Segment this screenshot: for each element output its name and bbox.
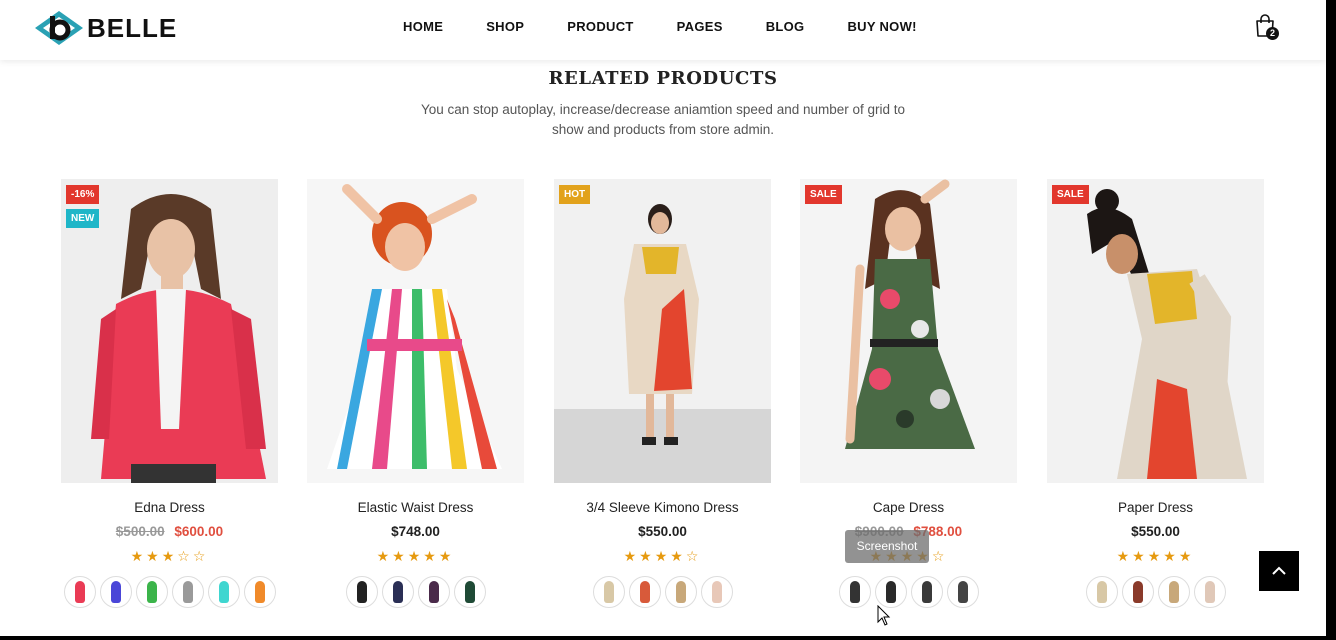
product-name[interactable]: Paper Dress xyxy=(1047,500,1264,518)
hot-badge: HOT xyxy=(559,185,591,204)
rating-stars: ★★★★★ xyxy=(1116,548,1195,564)
swatch-red-pattern[interactable] xyxy=(628,576,661,608)
swatch-cyan[interactable] xyxy=(207,576,240,608)
mouse-cursor-icon xyxy=(877,605,891,626)
product-price: $500.00 $600.00 xyxy=(61,524,278,542)
product-image[interactable]: SALE xyxy=(1047,179,1264,483)
sale-price: $600.00 xyxy=(174,524,224,539)
swatch-floral-1[interactable] xyxy=(838,576,871,608)
swatch-mixed[interactable] xyxy=(664,576,697,608)
swatch-beige[interactable] xyxy=(592,576,625,608)
product-price: $550.00 xyxy=(1047,524,1264,542)
section-subtitle: You can stop autoplay, increase/decrease… xyxy=(420,102,906,137)
back-to-top-button[interactable] xyxy=(1259,551,1299,591)
sale-badge: SALE xyxy=(805,185,842,204)
main-nav: HOME SHOP PRODUCT PAGES BLOG BUY NOW! xyxy=(403,19,960,34)
product-image[interactable]: -16% NEW xyxy=(61,179,278,483)
product-name[interactable]: Edna Dress xyxy=(61,500,278,518)
swatch-green[interactable] xyxy=(135,576,168,608)
swatch-beige[interactable] xyxy=(1085,576,1118,608)
color-swatches xyxy=(61,576,278,608)
swatch-navy[interactable] xyxy=(381,576,414,608)
cart-button[interactable]: 2 xyxy=(1254,14,1280,42)
swatch-darkgreen[interactable] xyxy=(453,576,486,608)
site-header: BELLE HOME SHOP PRODUCT PAGES BLOG BUY N… xyxy=(0,0,1326,60)
logo[interactable]: BELLE xyxy=(33,9,177,47)
product-price: $748.00 xyxy=(307,524,524,542)
nav-pages[interactable]: PAGES xyxy=(677,19,723,34)
rating-stars: ★★★☆☆ xyxy=(130,548,209,564)
price: $550.00 xyxy=(1131,524,1180,539)
chevron-up-icon xyxy=(1272,566,1286,575)
swatch-floral-2[interactable] xyxy=(874,576,907,608)
color-swatches xyxy=(1047,576,1264,608)
cart-count-badge: 2 xyxy=(1266,27,1279,40)
logo-icon xyxy=(35,11,83,45)
swatch-cream[interactable] xyxy=(1193,576,1226,608)
product-image[interactable]: SALE xyxy=(800,179,1017,483)
sale-badge: SALE xyxy=(1052,185,1089,204)
window-bottom-edge xyxy=(0,636,1336,640)
product-image[interactable] xyxy=(307,179,524,483)
product-name[interactable]: 3/4 Sleeve Kimono Dress xyxy=(554,500,771,518)
discount-badge: -16% xyxy=(66,185,100,204)
swatch-pink[interactable] xyxy=(63,576,96,608)
color-swatches xyxy=(554,576,771,608)
swatch-floral-3[interactable] xyxy=(910,576,943,608)
rating-stars: ★★★★★ xyxy=(376,548,455,564)
page: BELLE HOME SHOP PRODUCT PAGES BLOG BUY N… xyxy=(0,0,1326,636)
swatch-black[interactable] xyxy=(345,576,378,608)
swatch-cream[interactable] xyxy=(700,576,733,608)
product-price: $550.00 xyxy=(554,524,771,542)
price: $550.00 xyxy=(638,524,687,539)
color-swatches xyxy=(800,576,1017,608)
nav-product[interactable]: PRODUCT xyxy=(567,19,633,34)
nav-shop[interactable]: SHOP xyxy=(486,19,524,34)
swatch-red-pattern[interactable] xyxy=(1121,576,1154,608)
product-card[interactable]: HOT 3/4 Sleeve Kimono Dress $550.00 ★★★★… xyxy=(554,179,771,608)
section-title: RELATED PRODUCTS xyxy=(548,68,778,89)
swatch-purple[interactable] xyxy=(417,576,450,608)
price: $748.00 xyxy=(391,524,440,539)
brand-name: BELLE xyxy=(87,12,178,43)
nav-blog[interactable]: BLOG xyxy=(766,19,805,34)
rating-stars: ★★★★☆ xyxy=(623,548,702,564)
product-name[interactable]: Cape Dress xyxy=(800,500,1017,518)
product-name[interactable]: Elastic Waist Dress xyxy=(307,500,524,518)
swatch-orange[interactable] xyxy=(243,576,276,608)
swatch-mixed[interactable] xyxy=(1157,576,1190,608)
product-card[interactable]: Elastic Waist Dress $748.00 ★★★★★ xyxy=(307,179,524,608)
product-image[interactable]: HOT xyxy=(554,179,771,483)
new-badge: NEW xyxy=(66,209,100,228)
window-scrollbar[interactable] xyxy=(1326,0,1336,640)
swatch-blue[interactable] xyxy=(99,576,132,608)
product-card[interactable]: -16% NEW Edna Dress $500.00 $600.00 ★★★☆… xyxy=(61,179,278,608)
nav-home[interactable]: HOME xyxy=(403,19,443,34)
nav-buy-now[interactable]: BUY NOW! xyxy=(847,19,916,34)
product-card[interactable]: SALE Paper Dress $550.00 ★★★★★ xyxy=(1047,179,1264,608)
screenshot-tooltip: Screenshot xyxy=(845,530,929,563)
old-price: $500.00 xyxy=(115,524,165,539)
swatch-floral-4[interactable] xyxy=(946,576,979,608)
color-swatches xyxy=(307,576,524,608)
swatch-grey[interactable] xyxy=(171,576,204,608)
